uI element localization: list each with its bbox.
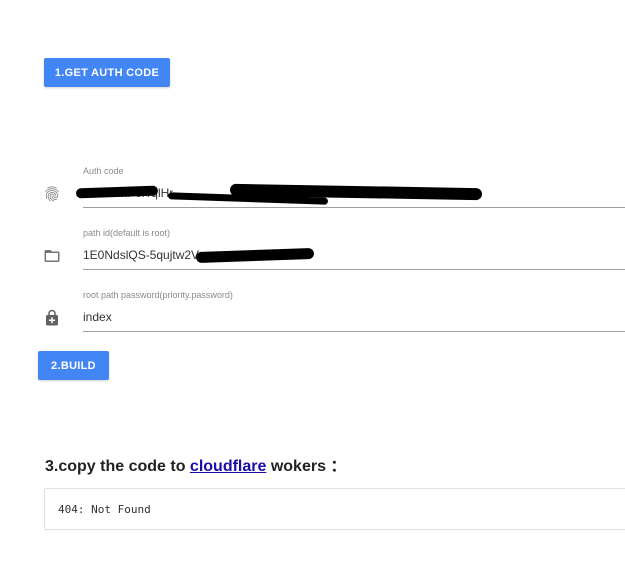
get-auth-code-button[interactable]: 1.GET AUTH CODE xyxy=(44,58,170,87)
code-output-box[interactable]: 404: Not Found xyxy=(44,488,625,530)
path-id-label: path id(default is root) xyxy=(83,228,171,238)
build-button[interactable]: 2.BUILD xyxy=(38,351,109,380)
section-title-prefix: 3.copy the code to xyxy=(45,458,190,475)
path-id-underline xyxy=(83,269,625,270)
root-password-input[interactable]: index xyxy=(83,310,112,324)
fingerprint-icon xyxy=(43,185,61,203)
root-password-field[interactable]: root path password(priority.password) in… xyxy=(83,290,625,332)
section-title-suffix: wokers ： xyxy=(266,458,347,475)
code-output-text: 404: Not Found xyxy=(58,503,151,516)
lock-plus-icon xyxy=(43,309,61,327)
path-id-field[interactable]: path id(default is root) 1E0NdslQS-5qujt… xyxy=(83,228,625,270)
root-password-label: root path password(priority.password) xyxy=(83,290,233,300)
root-password-underline xyxy=(83,331,625,332)
path-id-input[interactable]: 1E0NdslQS-5qujtw2V xyxy=(83,248,199,262)
auth-code-label: Auth code xyxy=(83,166,124,176)
cloudflare-link[interactable]: cloudflare xyxy=(190,458,266,475)
section-title: 3.copy the code to cloudflare wokers ： xyxy=(45,452,346,476)
folder-icon xyxy=(43,247,61,265)
auth-code-underline xyxy=(83,207,625,208)
